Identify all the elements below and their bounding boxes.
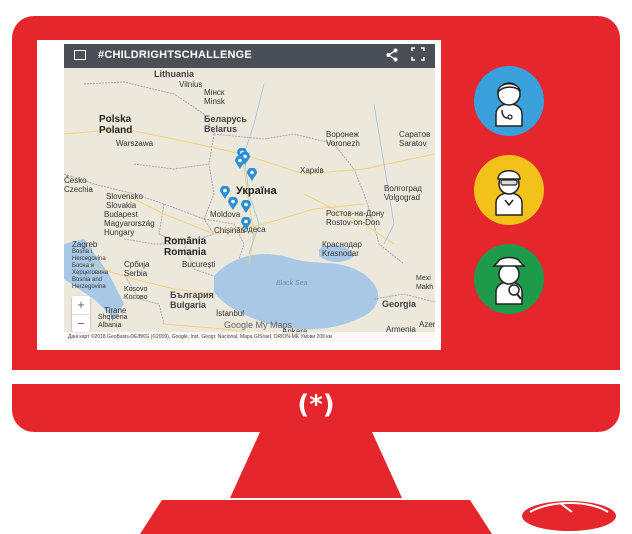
label-mexi: Mexi Makh xyxy=(416,275,434,291)
label-rostov: Ростов-на-Дону Rostov-on-Don xyxy=(326,209,385,227)
monitor-base xyxy=(140,500,492,534)
map-marker[interactable] xyxy=(228,197,238,210)
label-polska: Polska xyxy=(99,114,132,125)
label-krasnodar: Краснодар Krasnodar xyxy=(322,240,362,258)
label-zagreb: Zagreb xyxy=(72,240,98,249)
label-czechia: Česko Czechia xyxy=(64,176,93,194)
label-slovakia: Slovensko Slovakia xyxy=(106,192,143,210)
map-menu-icon[interactable] xyxy=(74,50,86,60)
label-budapest: Budapest xyxy=(104,210,138,219)
label-minsk: Мінск Minsk xyxy=(204,88,225,106)
label-volgograd: Волгоград Volgograd xyxy=(384,184,422,202)
label-moldova: Moldova xyxy=(210,210,241,219)
map-marker[interactable] xyxy=(247,168,257,181)
doctor-avatar xyxy=(474,66,544,136)
detective-icon xyxy=(492,256,526,305)
map-marker[interactable] xyxy=(241,200,251,213)
map-title: #CHILDRIGHTSCHALLENGE xyxy=(98,49,252,61)
label-bulgaria: България Bulgaria xyxy=(170,290,214,310)
detective-avatar xyxy=(474,244,544,314)
label-lithuania: Lithuania xyxy=(154,69,194,79)
label-hungary: Magyarország Hungary xyxy=(104,219,155,237)
label-ukraina: Україна xyxy=(236,185,277,197)
label-belarus: Беларусь Belarus xyxy=(204,114,247,134)
label-kosovo: Kosovo Koсово xyxy=(124,286,148,301)
monitor-stand xyxy=(230,432,402,498)
label-poland: Poland xyxy=(99,125,133,136)
zoom-out-button[interactable]: − xyxy=(72,314,90,332)
google-my-maps-logo: Google My Maps xyxy=(224,320,293,330)
zoom-in-button[interactable]: + xyxy=(72,296,90,314)
label-warszawa: Warszawa xyxy=(116,139,154,148)
label-bucuresti: București xyxy=(182,260,216,269)
map-embed[interactable]: Lithuania Vilnius Мінск Minsk Polska Pol… xyxy=(64,44,435,342)
label-georgia: Georgia xyxy=(382,299,417,309)
label-saratov: Саратов Saratov xyxy=(399,130,431,148)
fullscreen-icon[interactable] xyxy=(411,47,425,64)
label-black-sea: Black Sea xyxy=(276,280,308,287)
label-vilnius: Vilnius xyxy=(179,80,203,89)
monitor-divider xyxy=(12,370,620,384)
label-romania: România Romania xyxy=(164,236,207,258)
label-albania: Shqipëria Albania xyxy=(98,314,128,329)
worker-avatar xyxy=(474,155,544,225)
label-voronezh: Воронеж Voronezh xyxy=(326,130,360,148)
share-icon[interactable] xyxy=(386,48,398,65)
worker-icon xyxy=(495,170,523,216)
label-istanbul: İstanbul xyxy=(216,309,245,318)
brand-logo: (*) xyxy=(297,390,335,420)
doctor-icon xyxy=(495,82,523,127)
zoom-control: + − xyxy=(72,296,90,332)
map-marker[interactable] xyxy=(235,156,245,169)
label-azer: Azer xyxy=(419,320,435,329)
label-bosnia: Bosna i Hercegovina Босна и Херцеговина … xyxy=(72,249,108,290)
mouse-icon xyxy=(522,501,616,531)
label-serbia: Србија Serbia xyxy=(124,260,150,278)
map-attribution: Дані карт ©2018 GeoBasis-DE/BKG (©2009),… xyxy=(64,332,435,342)
map-title-bar: #CHILDRIGHTSCHALLENGE xyxy=(64,44,435,68)
map-marker[interactable] xyxy=(241,217,251,230)
label-kharkiv: Харків xyxy=(300,166,324,175)
